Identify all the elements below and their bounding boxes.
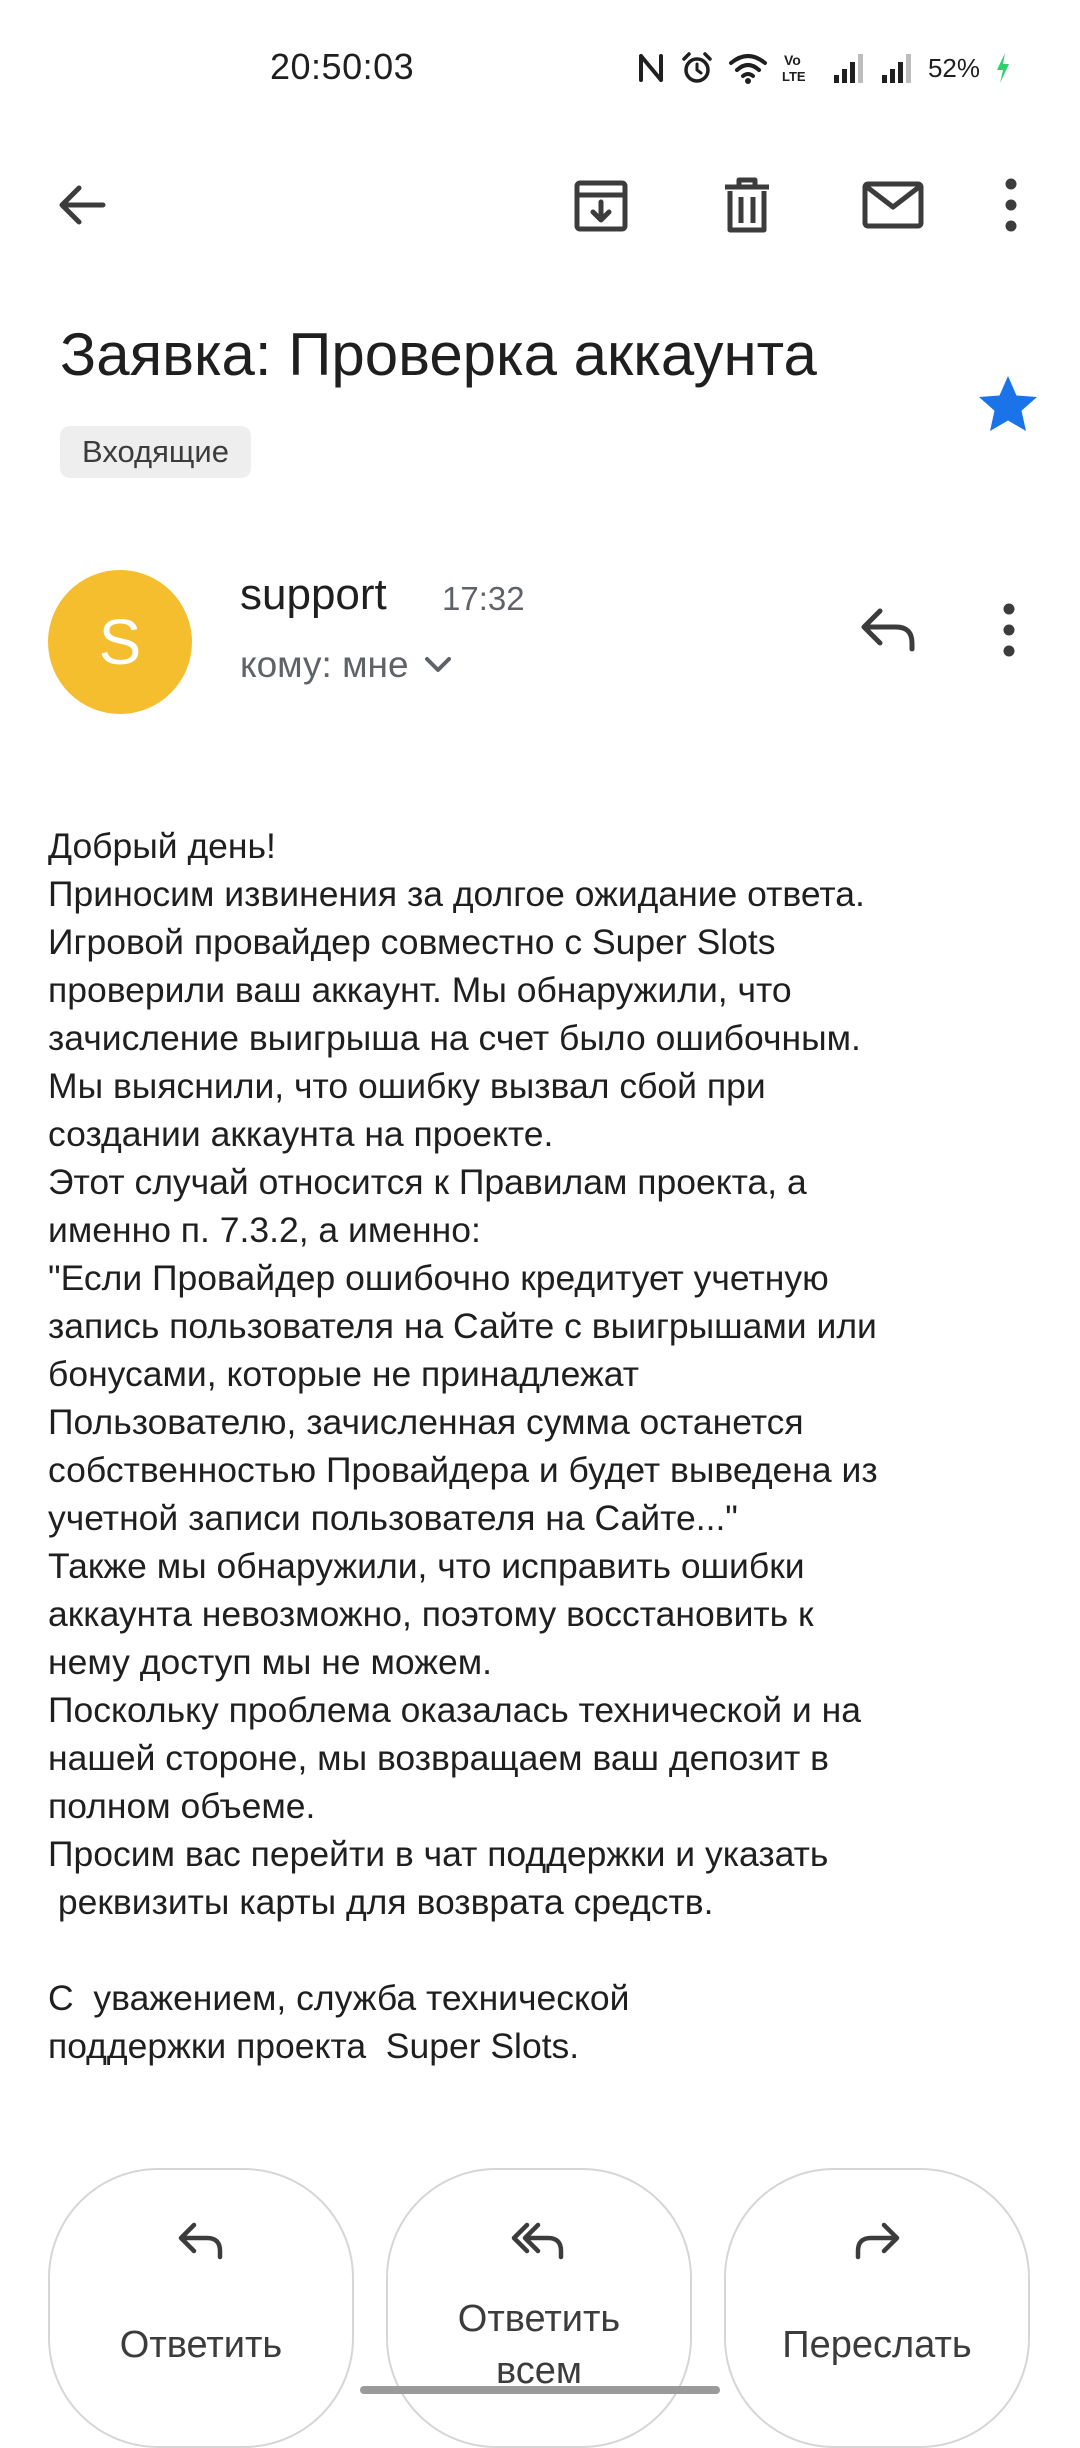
body-line: зачисление выигрыша на счет было ошибочн… — [48, 1018, 861, 1058]
volte-icon: Vo LTE — [782, 52, 806, 84]
back-button[interactable] — [48, 172, 114, 238]
nfc-icon — [638, 54, 663, 82]
email-subject: Заявка: Проверка аккаунта — [60, 321, 817, 388]
body-line: С уважением, служба технической — [48, 1978, 630, 2018]
alarm-icon — [682, 52, 712, 83]
body-line: аккаунта невозможно, поэтому восстановит… — [48, 1594, 814, 1634]
message-more-button[interactable] — [984, 594, 1034, 666]
more-vert-icon — [1003, 603, 1015, 657]
body-line: Игровой провайдер совместно с Super Slot… — [48, 922, 776, 962]
trash-icon — [725, 177, 769, 233]
body-line: бонусами, которые не принадлежат — [48, 1354, 639, 1394]
body-line: Приносим извинения за долгое ожидание от… — [48, 874, 865, 914]
email-body: Добрый день! Приносим извинения за долгое… — [48, 822, 1048, 2070]
status-time: 20:50:03 — [270, 46, 415, 87]
archive-button[interactable] — [568, 172, 634, 238]
more-options-button[interactable] — [988, 172, 1034, 238]
home-indicator[interactable] — [360, 2386, 720, 2394]
body-line: именно п. 7.3.2, а именно: — [48, 1210, 481, 1250]
body-line: Поскольку проблема оказалась технической… — [48, 1690, 861, 1730]
svg-text:Vo: Vo — [784, 52, 801, 68]
label-chip-inbox[interactable]: Входящие — [60, 426, 251, 478]
body-line: нему доступ мы не можем. — [48, 1642, 492, 1682]
body-line — [48, 1926, 1048, 1974]
archive-icon — [574, 180, 628, 232]
body-line: Мы выяснили, что ошибку вызвал сбой при — [48, 1066, 766, 1106]
body-line: собственностью Провайдера и будет выведе… — [48, 1450, 878, 1490]
reply-button[interactable]: Ответить — [48, 2168, 354, 2448]
body-line: "Если Провайдер ошибочно кредитует учетн… — [48, 1258, 829, 1298]
more-vert-icon — [1005, 178, 1017, 232]
recipient-toggle[interactable]: кому: мне — [240, 644, 453, 686]
body-line: запись пользователя на Сайте с выигрышам… — [48, 1306, 877, 1346]
body-line: проверили ваш аккаунт. Мы обнаружили, чт… — [48, 970, 792, 1010]
reply-all-label-line1: Ответить — [457, 2298, 621, 2340]
body-line: учетной записи пользователя на Сайте..." — [48, 1498, 738, 1538]
avatar[interactable]: S — [48, 570, 192, 714]
signal-icon-2 — [881, 54, 911, 83]
body-line: Также мы обнаружили, что исправить ошибк… — [48, 1546, 805, 1586]
arrow-back-icon — [59, 185, 106, 225]
sender-name: support — [240, 570, 387, 619]
status-icons: Vo LTE 52% — [636, 48, 1012, 88]
reply-icon-button[interactable] — [852, 594, 924, 666]
body-line: реквизиты карты для возврата средств. — [48, 1882, 714, 1922]
forward-label: Переслать — [782, 2324, 972, 2366]
top-toolbar — [0, 150, 1080, 260]
reply-all-button[interactable]: Ответить всем — [386, 2168, 692, 2448]
star-icon[interactable] — [976, 372, 1040, 436]
recipient-text: кому: мне — [240, 644, 409, 685]
svg-text:LTE: LTE — [782, 69, 806, 84]
sender-time: 17:32 — [442, 580, 525, 617]
forward-button[interactable]: Переслать — [724, 2168, 1030, 2448]
reply-icon — [861, 608, 915, 652]
mark-unread-button[interactable] — [860, 172, 926, 238]
chevron-down-icon — [424, 657, 451, 672]
body-line: Добрый день! — [48, 826, 276, 866]
battery-percentage: 52% — [927, 52, 980, 83]
body-line: нашей стороне, мы возвращаем ваш депозит… — [48, 1738, 830, 1778]
body-line: Пользователю, зачисленная сумма останетс… — [48, 1402, 804, 1442]
charging-icon — [997, 53, 1009, 83]
body-line: поддержки проекта Super Slots. — [48, 2026, 580, 2066]
signal-icon — [833, 54, 863, 83]
reply-all-icon — [511, 2222, 564, 2260]
body-line: Этот случай относится к Правилам проекта… — [48, 1162, 807, 1202]
delete-button[interactable] — [714, 172, 780, 238]
body-line: создании аккаунта на проекте. — [48, 1114, 554, 1154]
body-line: Просим вас перейти в чат поддержки и ука… — [48, 1834, 829, 1874]
reply-icon — [178, 2222, 223, 2260]
wifi-icon — [728, 54, 767, 84]
mail-icon — [862, 181, 924, 229]
reply-label: Ответить — [119, 2324, 283, 2366]
status-bar: 20:50:03 Vo LTE 52% — [0, 0, 1080, 140]
forward-icon — [855, 2222, 900, 2260]
body-line: полном объеме. — [48, 1786, 316, 1826]
